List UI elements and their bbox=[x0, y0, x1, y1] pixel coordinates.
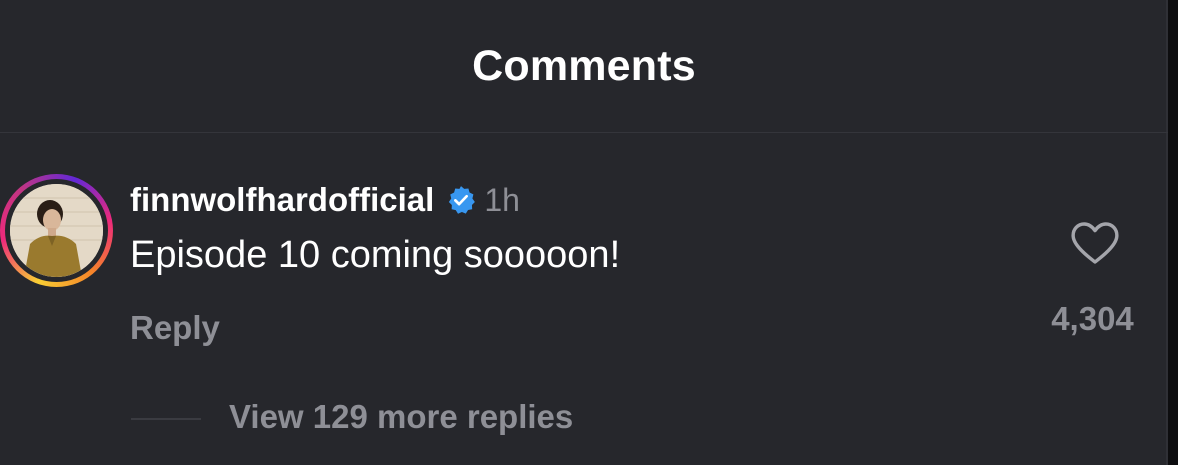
comments-header: Comments bbox=[0, 0, 1168, 133]
avatar[interactable] bbox=[0, 174, 113, 287]
comment-header: finnwolfhardofficial 1h bbox=[130, 180, 520, 220]
comment-text: Episode 10 coming sooooon! bbox=[130, 234, 621, 276]
replies-divider-line bbox=[131, 418, 201, 420]
avatar-photo bbox=[10, 184, 103, 277]
username[interactable]: finnwolfhardofficial bbox=[130, 181, 434, 219]
page-title: Comments bbox=[472, 42, 696, 90]
verified-badge-icon bbox=[449, 186, 476, 214]
reply-button[interactable]: Reply bbox=[130, 309, 220, 347]
view-more-replies-button[interactable]: View 129 more replies bbox=[229, 398, 573, 436]
avatar-ring-gap bbox=[5, 179, 108, 282]
comment-timestamp: 1h bbox=[484, 181, 520, 218]
avatar-image bbox=[10, 184, 103, 277]
heart-outline-icon[interactable] bbox=[1070, 221, 1120, 265]
screen-edge bbox=[1166, 0, 1178, 465]
like-count: 4,304 bbox=[1051, 300, 1134, 337]
